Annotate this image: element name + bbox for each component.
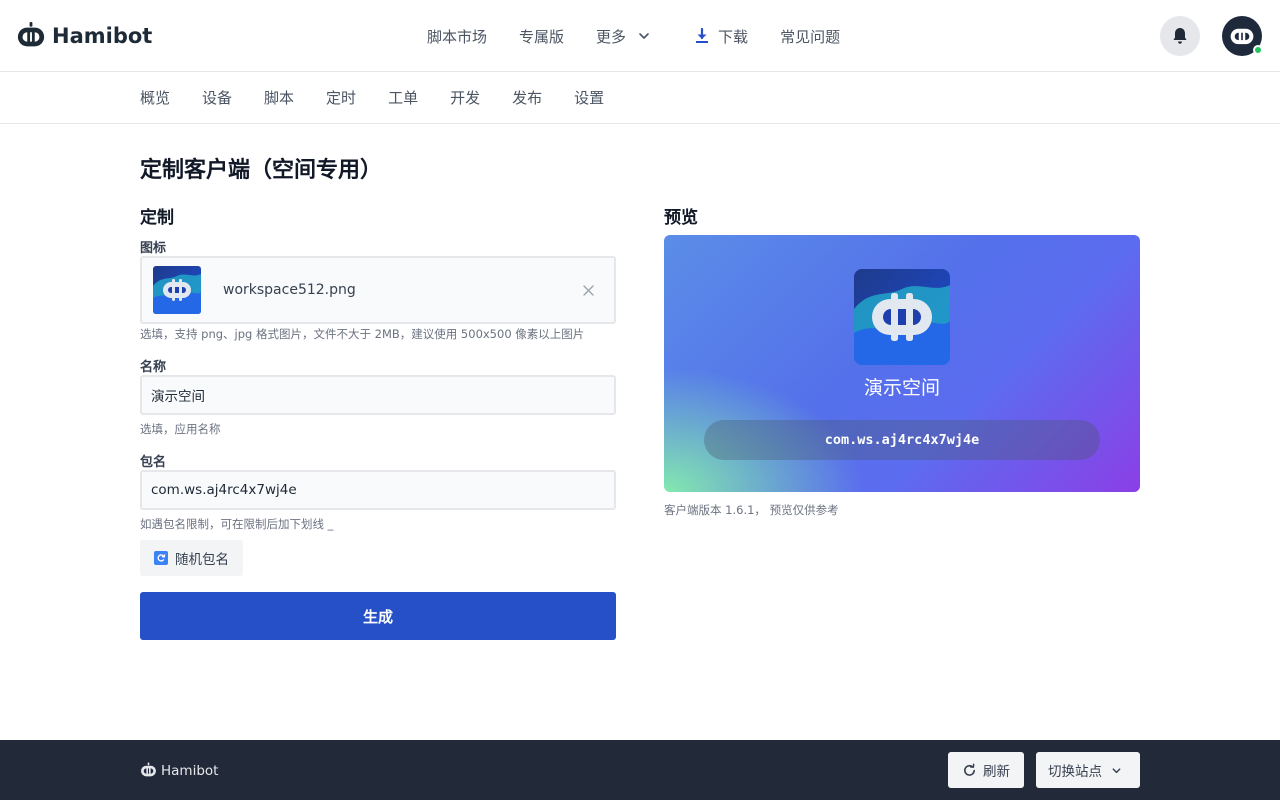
app-icon-image	[854, 269, 950, 365]
preview-note: 客户端版本 1.6.1， 预览仅供参考	[664, 503, 839, 517]
hamibot-logo-icon	[141, 762, 156, 777]
page-title: 定制客户端（空间专用）	[140, 158, 383, 183]
random-package-button[interactable]: 随机包名	[140, 540, 243, 576]
chevron-down-icon	[1112, 767, 1121, 773]
refresh-icon	[964, 763, 975, 776]
subnav-item-schedules[interactable]: 定时	[326, 87, 356, 108]
footer: Hamibot 刷新 切换站点	[0, 740, 1280, 800]
icon-field-label: 图标	[140, 241, 167, 256]
bell-icon	[1173, 28, 1187, 44]
refresh-button[interactable]: 刷新	[948, 752, 1024, 788]
user-avatar[interactable]	[1222, 16, 1263, 56]
brand-logo[interactable]: Hamibot	[16, 20, 152, 52]
remove-icon-button[interactable]	[578, 280, 598, 300]
preview-card: 演示空间 com.ws.aj4rc4x7wj4e	[664, 235, 1140, 492]
nav-dedicated-edition-label: 专属版	[519, 27, 565, 46]
app-name-input[interactable]	[140, 375, 616, 415]
footer-brand[interactable]: Hamibot	[140, 762, 218, 779]
footer-brand-name: Hamibot	[161, 762, 219, 779]
download-icon	[696, 28, 709, 43]
nav-download-label: 下载	[718, 27, 749, 46]
package-field-label: 包名	[140, 455, 167, 470]
chevron-down-icon	[639, 33, 649, 39]
preview-app-icon	[854, 269, 950, 365]
top-header: Hamibot 脚本市场 专属版 更多 下载 常见问题	[0, 0, 1280, 72]
nav-more-label: 更多	[596, 27, 627, 46]
nav-more-dropdown[interactable]: 更多	[596, 26, 650, 47]
name-field-hint: 选填，应用名称	[140, 422, 221, 436]
subnav-item-tickets[interactable]: 工单	[388, 87, 418, 108]
generate-button[interactable]: 生成	[140, 592, 616, 640]
package-name-input[interactable]	[140, 470, 616, 510]
icon-field-hint: 选填，支持 png、jpg 格式图片，文件不大于 2MB，建议使用 500x50…	[140, 327, 585, 341]
subnav-item-develop[interactable]: 开发	[450, 87, 480, 108]
switch-site-dropdown[interactable]: 切换站点	[1036, 752, 1140, 788]
top-nav: 脚本市场 专属版 更多 下载 常见问题	[427, 24, 872, 48]
close-icon	[582, 284, 594, 296]
random-package-label: 随机包名	[175, 552, 229, 568]
subnav-item-devices[interactable]: 设备	[202, 87, 232, 108]
app-icon-image	[153, 266, 201, 314]
refresh-label: 刷新	[983, 764, 1010, 780]
sub-nav: 概览 设备 脚本 定时 工单 开发 发布 设置	[0, 73, 1280, 124]
hamibot-avatar-icon	[1230, 28, 1254, 45]
preview-app-name: 演示空间	[863, 377, 940, 399]
icon-file-name: workspace512.png	[223, 282, 356, 298]
nav-download[interactable]: 下载	[694, 26, 748, 47]
subnav-item-overview[interactable]: 概览	[140, 87, 170, 108]
refresh-small-icon	[154, 551, 168, 565]
nav-dedicated-edition[interactable]: 专属版	[519, 26, 564, 47]
subnav-item-publish[interactable]: 发布	[512, 87, 542, 108]
preview-section-title: 预览	[664, 208, 698, 228]
notifications-button[interactable]	[1160, 16, 1200, 56]
package-field-hint: 如遇包名限制，可在限制后加下划线 _	[140, 517, 334, 531]
nav-script-market[interactable]: 脚本市场	[427, 26, 487, 47]
nav-script-market-label: 脚本市场	[427, 27, 488, 46]
icon-upload-field[interactable]: workspace512.png	[140, 256, 616, 324]
icon-thumbnail	[153, 266, 201, 314]
customize-section-title: 定制	[140, 208, 174, 228]
subnav-item-scripts[interactable]: 脚本	[264, 87, 294, 108]
switch-site-label: 切换站点	[1048, 764, 1102, 780]
nav-faq-label: 常见问题	[780, 27, 841, 46]
brand-name: Hamibot	[52, 24, 153, 48]
online-status-dot	[1253, 45, 1263, 55]
subnav-item-settings[interactable]: 设置	[574, 87, 604, 108]
nav-faq[interactable]: 常见问题	[780, 26, 840, 47]
preview-package-name: com.ws.aj4rc4x7wj4e	[704, 420, 1100, 460]
hamibot-logo-icon	[17, 21, 45, 47]
name-field-label: 名称	[140, 360, 167, 375]
